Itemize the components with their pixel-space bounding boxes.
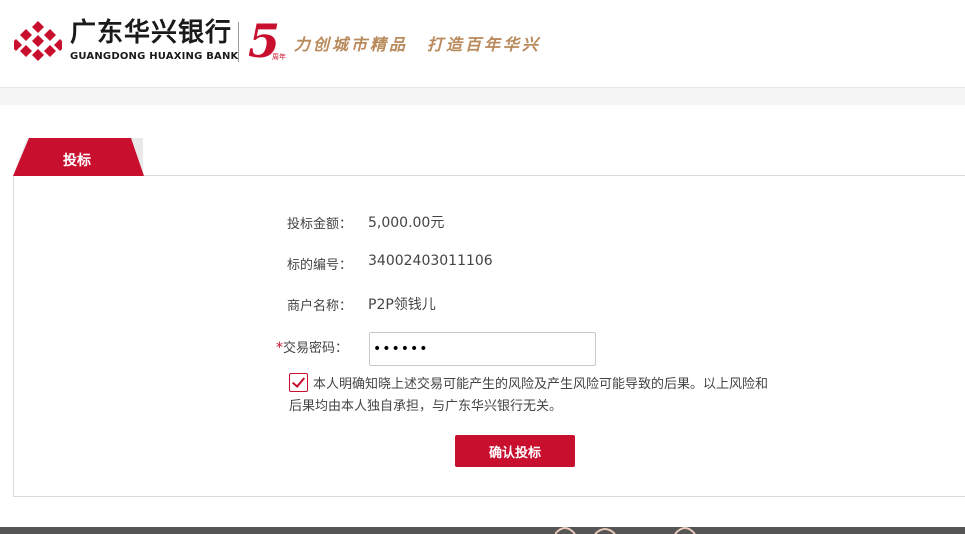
password-label-row: *交易密码： — [276, 337, 348, 356]
password-label: 交易密码： — [283, 341, 349, 356]
header: 广东华兴银行 GUANGDONG HUAXING BANK 5 周年 力创城市精… — [0, 0, 965, 88]
header-shadow-strip — [0, 88, 965, 105]
merchant-value: P2P领钱儿 — [368, 297, 436, 313]
footer-decoration-icon — [555, 527, 696, 534]
bank-name-cn: 广东华兴银行 — [70, 18, 233, 48]
agreement-text: 本人明确知晓上述交易可能产生的风险及产生风险可能导致的后果。以上风险和后果均由本… — [289, 377, 769, 414]
bank-name-en: GUANGDONG HUAXING BANK — [70, 51, 239, 62]
header-divider — [238, 22, 239, 62]
required-asterisk: * — [276, 340, 283, 356]
amount-label: 投标金额： — [287, 217, 353, 232]
merchant-label: 商户名称： — [287, 299, 353, 314]
bid-number-value: 34002403011106 — [368, 253, 493, 269]
tab-bid-label: 投标 — [63, 153, 91, 169]
amount-value: 5,000.00元 — [368, 215, 445, 231]
bid-number-label: 标的编号： — [287, 258, 353, 273]
bank-slogan: 力创城市精品 打造百年华兴 — [294, 35, 542, 54]
confirm-bid-button[interactable]: 确认投标 — [455, 435, 575, 467]
trade-password-input[interactable] — [369, 332, 596, 366]
footer-bar — [0, 527, 965, 534]
anniversary-suffix: 周年 — [272, 53, 286, 61]
panel-top-border — [13, 175, 965, 176]
bank-logo-icon — [14, 21, 62, 61]
